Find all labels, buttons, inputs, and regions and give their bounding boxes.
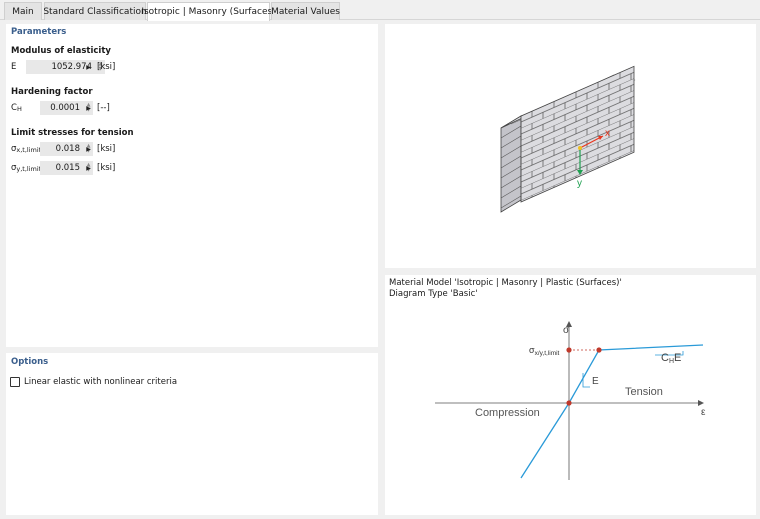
che-label: CHE [661, 352, 681, 365]
sigma-x-unit: [ksi] [97, 144, 116, 154]
diagram-panel: Material Model 'Isotropic | Masonry | Pl… [385, 275, 756, 515]
modulus-symbol: E [11, 62, 17, 72]
modulus-label: Modulus of elasticity [11, 46, 111, 56]
hardening-label: Hardening factor [11, 87, 93, 97]
masonry-wall-graphic: x y [500, 65, 636, 213]
options-title: Options [11, 357, 49, 367]
sigma-y-more-button[interactable]: ▶ [84, 161, 93, 175]
sigma-x-more-button[interactable]: ▶ [84, 142, 93, 156]
hardening-more-button[interactable]: ▶ [84, 101, 93, 115]
sigma-y-symbol: σy,t,limit [11, 163, 42, 173]
tension-label: Tension [625, 386, 663, 398]
modulus-more-button[interactable]: ▶ [84, 60, 93, 74]
hardening-symbol: CH [11, 103, 22, 113]
triangle-right-icon: ▶ [86, 164, 91, 172]
tab-material-values[interactable]: Material Values [271, 2, 340, 20]
origin-point [566, 400, 572, 406]
yield-point [596, 347, 602, 353]
x-axis-label: x [605, 128, 610, 139]
epsilon-axis-label: ε [701, 407, 706, 418]
wall-view-panel: x y [385, 24, 756, 268]
e-label: E [592, 376, 599, 387]
linear-elastic-label[interactable]: Linear elastic with nonlinear criteria [24, 377, 177, 387]
sigma-y-unit: [ksi] [97, 163, 116, 173]
sigma-x-symbol: σx,t,limit [11, 144, 42, 154]
hardening-value: 0.0001 [50, 103, 80, 113]
sigma-x-value: 0.018 [55, 144, 80, 154]
triangle-right-icon: ▶ [86, 104, 91, 112]
parameters-panel: Parameters Modulus of elasticity E 1052.… [6, 24, 378, 347]
sigma-y-value: 0.015 [55, 163, 80, 173]
modulus-input[interactable]: 1052.974 ▲ ▼ [26, 60, 105, 74]
tab-bar: Main Standard Classification Isotropic |… [0, 0, 760, 21]
sigma-limit-label: σx/y,t,limit [529, 345, 560, 357]
linear-elastic-checkbox[interactable] [10, 377, 20, 387]
sigma-limit-axis-point [566, 347, 572, 353]
origin-point [578, 146, 582, 150]
hardening-unit: [--] [97, 103, 110, 113]
modulus-unit: [ksi] [97, 62, 116, 72]
parameters-title: Parameters [11, 27, 67, 37]
triangle-right-icon: ▶ [86, 63, 91, 71]
tab-main[interactable]: Main [4, 2, 42, 20]
sigma-axis-label: σ [563, 325, 570, 336]
tab-isotropic-masonry[interactable]: Isotropic | Masonry (Surfaces) [141, 2, 276, 21]
options-panel: Options Linear elastic with nonlinear cr… [6, 353, 378, 515]
y-axis-label: y [577, 178, 582, 189]
triangle-right-icon: ▶ [86, 145, 91, 153]
tab-standard-classification[interactable]: Standard Classification [43, 2, 147, 20]
stress-strain-diagram: σ ε σx/y,t,limit E CHE Tension Compressi… [435, 321, 706, 480]
limit-stresses-label: Limit stresses for tension [11, 128, 134, 138]
compression-label: Compression [475, 407, 540, 419]
stress-strain-curve [520, 344, 704, 479]
